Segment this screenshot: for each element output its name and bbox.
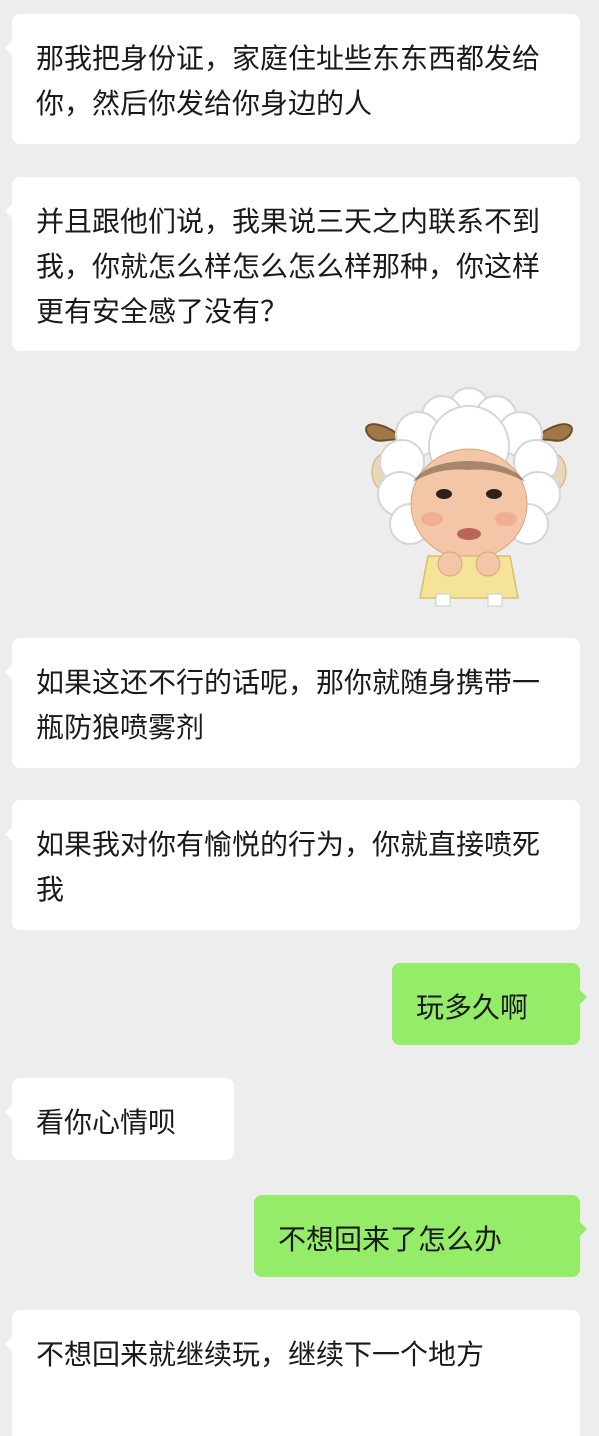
incoming-message-bubble[interactable]: 看你心情呗 (5, 1078, 234, 1160)
message-text: 不想回来就继续玩，继续下一个地方 (36, 1338, 485, 1371)
incoming-message-bubble[interactable]: 如果我对你有愉悦的行为，你就直接喷死我 (5, 800, 580, 930)
message-text: 如果这还不行的话呢，那你就随身携带一瓶防狼喷雾剂 (36, 666, 541, 744)
sheep-costume-baby-sticker[interactable] (358, 384, 580, 608)
horn-right (539, 423, 573, 445)
message-text: 并且跟他们说，我果说三天之内联系不到我，你就怎么样怎么怎么样那种，你这样更有安全… (36, 205, 541, 328)
incoming-message-bubble[interactable]: 如果这还不行的话呢，那你就随身携带一瓶防狼喷雾剂 (5, 638, 580, 768)
message-text: 玩多久啊 (416, 991, 529, 1024)
message-text: 看你心情呗 (36, 1106, 177, 1139)
chat-message-list[interactable]: 那我把身份证，家庭住址些东东西都发给你，然后你发给你身边的人 并且跟他们说，我果… (0, 0, 599, 1436)
incoming-message-bubble[interactable]: 那我把身份证，家庭住址些东东西都发给你，然后你发给你身边的人 (5, 14, 580, 144)
incoming-message-bubble[interactable]: 不想回来就继续玩，继续下一个地方 (5, 1310, 580, 1436)
message-text: 不想回来了怎么办 (278, 1223, 503, 1256)
outgoing-message-bubble[interactable]: 玩多久啊 (392, 963, 587, 1045)
horn-left (365, 423, 399, 445)
message-text: 那我把身份证，家庭住址些东东西都发给你，然后你发给你身边的人 (36, 42, 541, 120)
message-text: 如果我对你有愉悦的行为，你就直接喷死我 (36, 828, 541, 906)
outgoing-message-bubble[interactable]: 不想回来了怎么办 (254, 1195, 587, 1277)
incoming-message-bubble[interactable]: 并且跟他们说，我果说三天之内联系不到我，你就怎么样怎么怎么样那种，你这样更有安全… (5, 177, 580, 351)
